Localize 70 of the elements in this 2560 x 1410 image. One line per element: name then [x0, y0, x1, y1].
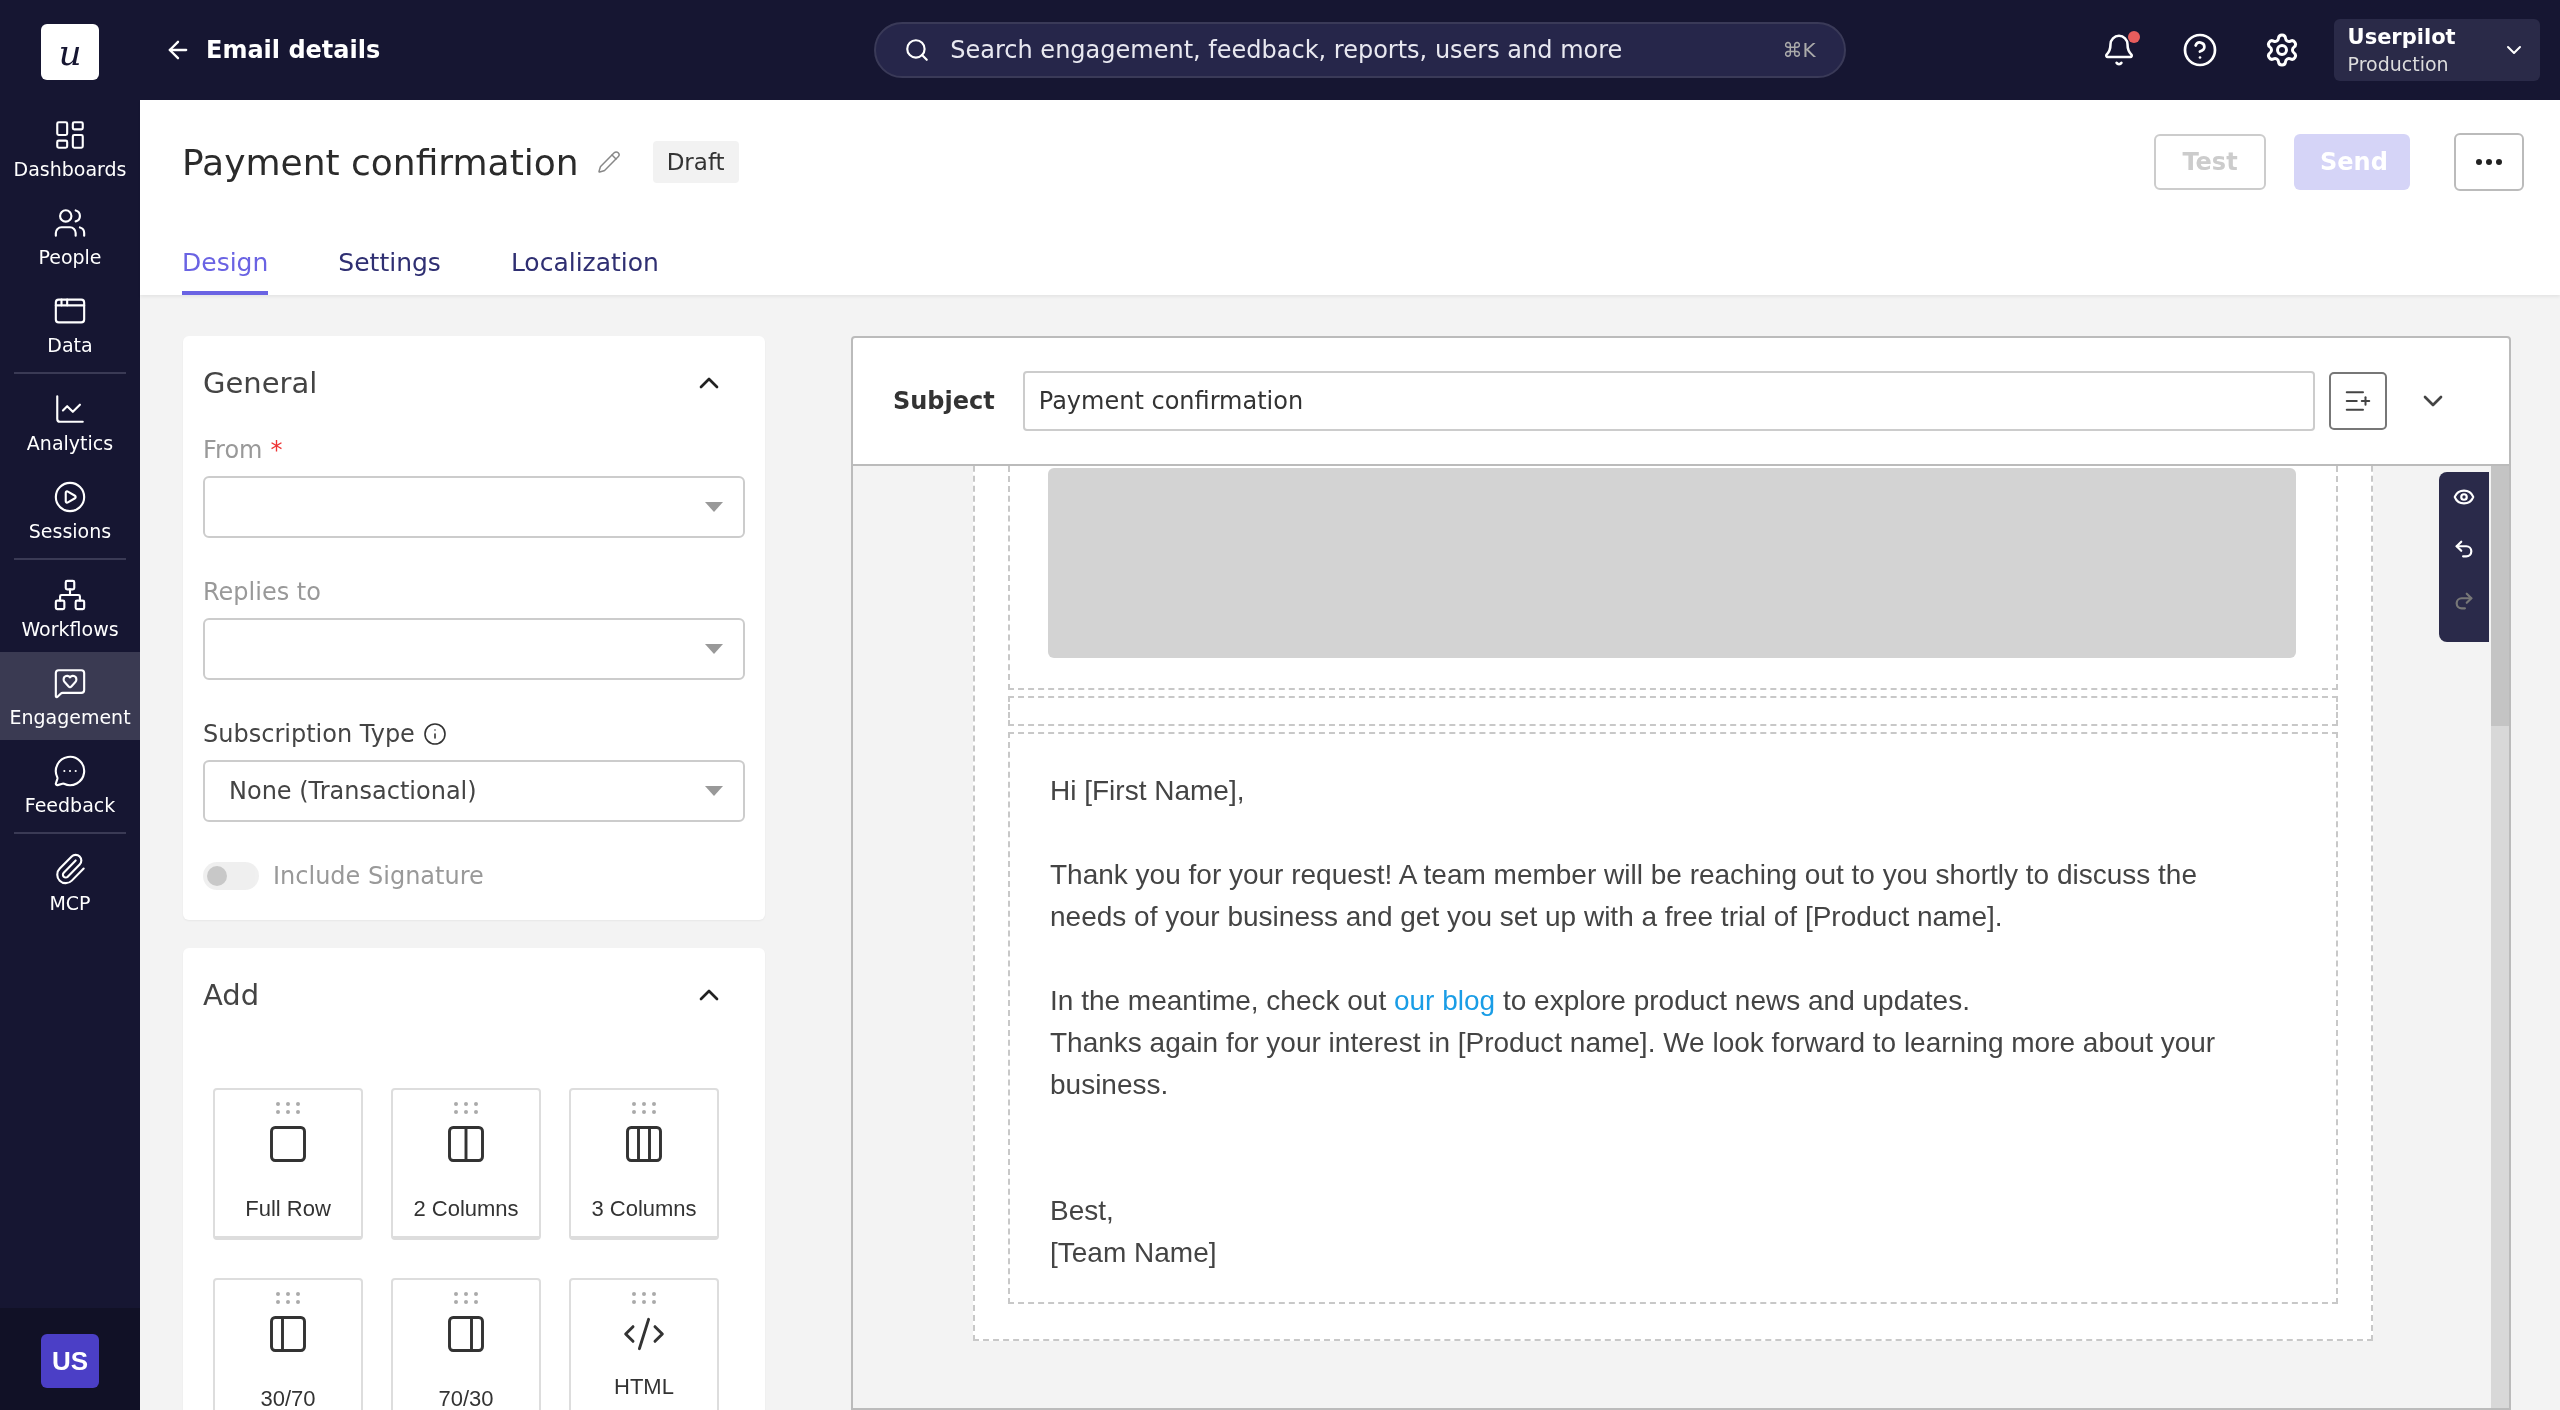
- people-icon: [53, 206, 87, 240]
- dropdown-caret-icon: [705, 786, 723, 796]
- paperclip-icon: [53, 852, 87, 886]
- email-text: [Team Name]: [1050, 1236, 1218, 1270]
- select-field[interactable]: [203, 476, 745, 538]
- panel-title: General: [203, 366, 318, 400]
- ellipsis-icon: [2476, 159, 2502, 165]
- sidebar-item[interactable]: Engagement: [0, 652, 140, 740]
- workspace-switcher[interactable]: Userpilot Production: [2333, 19, 2540, 81]
- dropdown-caret-icon: [705, 644, 723, 654]
- layout-block[interactable]: 2 Columns: [391, 1088, 541, 1240]
- select-field[interactable]: None (Transactional): [203, 760, 745, 822]
- subject-field[interactable]: Payment confirmation: [1022, 371, 2315, 431]
- sidebar-item[interactable]: Feedback: [0, 740, 140, 828]
- sidebar-item[interactable]: Analytics: [0, 378, 140, 466]
- search-bar[interactable]: Search engagement, feedback, reports, users and more ⌘K: [874, 22, 1846, 78]
- logo: u: [41, 24, 99, 80]
- page-title: Payment confirmation: [182, 141, 579, 183]
- status-badge: Draft: [652, 141, 739, 183]
- tab[interactable]: Design: [182, 248, 269, 295]
- chat-bubble-icon: [53, 754, 87, 788]
- drag-handle-icon: [274, 1102, 302, 1114]
- sidebar-item[interactable]: MCP: [0, 838, 140, 926]
- required-mark: *: [270, 436, 283, 464]
- tab[interactable]: Settings: [338, 248, 441, 295]
- dropdown-caret-icon: [705, 502, 723, 512]
- layout-block[interactable]: 70/30: [391, 1278, 541, 1410]
- message-heart-icon: [53, 666, 87, 700]
- dashboard-icon: [53, 118, 87, 152]
- layout-block[interactable]: 3 Columns: [569, 1088, 719, 1240]
- play-icon: [53, 480, 87, 514]
- select-field[interactable]: [203, 618, 745, 680]
- field-label: Subscription Type: [203, 720, 415, 748]
- email-text: Hi [First Name],: [1050, 774, 1246, 808]
- back-link[interactable]: Email details: [164, 36, 381, 64]
- sidebar-item[interactable]: Sessions: [0, 466, 140, 554]
- field-label: Replies to: [203, 578, 321, 606]
- drag-handle-icon: [452, 1102, 480, 1114]
- drag-handle-icon: [630, 1292, 658, 1304]
- field-label: From: [203, 436, 263, 464]
- layout-block[interactable]: 30/70: [213, 1278, 363, 1410]
- info-icon: [422, 722, 447, 746]
- insert-variable-button[interactable]: [2329, 372, 2387, 430]
- email-text: In the meantime, check out our blog to explore product news and updates.: [1050, 984, 1971, 1018]
- sidebar-item[interactable]: Data: [0, 280, 140, 368]
- undo-button[interactable]: [2453, 538, 2475, 560]
- line-chart-icon: [53, 392, 87, 426]
- email-text: Best,: [1050, 1194, 1115, 1228]
- field-label: Subject: [893, 387, 995, 415]
- search-icon: [904, 37, 931, 63]
- network-icon: [53, 578, 87, 612]
- toggle-label: Include Signature: [273, 862, 484, 890]
- search-input[interactable]: Search engagement, feedback, reports, users and more: [948, 35, 1765, 65]
- sidebar-item[interactable]: Dashboards: [0, 104, 140, 192]
- more-button[interactable]: [2454, 133, 2524, 191]
- panel-title: Add: [203, 978, 260, 1012]
- drag-handle-icon: [452, 1292, 480, 1304]
- layout-block[interactable]: HTML: [569, 1278, 719, 1410]
- drag-handle-icon: [274, 1292, 302, 1304]
- user-avatar[interactable]: US: [41, 1334, 99, 1388]
- drag-handle-icon: [630, 1102, 658, 1114]
- email-text: Thank you for your request! A team member will be reaching out to you shortly to discuss the needs of your business and get you set up with a free trial of [Product name].: [1050, 858, 2198, 934]
- tab[interactable]: Localization: [510, 248, 659, 295]
- keyboard-shortcut: ⌘K: [1782, 38, 1816, 62]
- help-button[interactable]: [2181, 32, 2218, 68]
- sidebar-item[interactable]: People: [0, 192, 140, 280]
- layout-block[interactable]: Full Row: [213, 1088, 363, 1240]
- edit-title-button[interactable]: [596, 150, 621, 174]
- sidebar-item[interactable]: Workflows: [0, 564, 140, 652]
- email-text: Thanks again for your interest in [Product name]. We look forward to learning more about your business.: [1050, 1026, 2217, 1102]
